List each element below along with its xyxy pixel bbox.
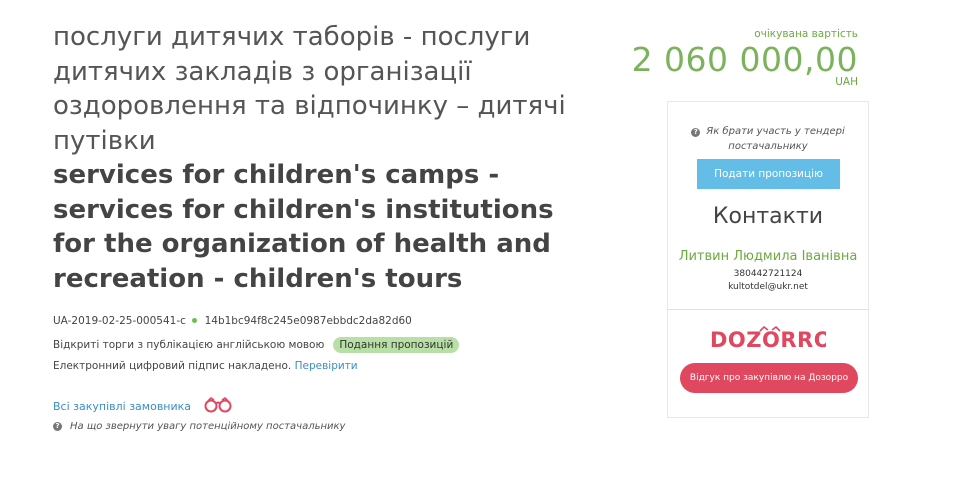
binoculars-icon[interactable] xyxy=(203,396,233,416)
tender-hash: 14b1bc94f8c245e0987ebbdc2da82d60 xyxy=(204,315,412,327)
contact-email: kultotdel@ukr.net xyxy=(728,282,808,292)
dozorro-logo: DOZORRO xyxy=(710,325,832,352)
tender-id: UA-2019-02-25-000541-c xyxy=(53,315,186,327)
expected-price-amount: 2 060 000,00 xyxy=(631,40,858,79)
procedure-type: Відкриті торги з публікацією англійською… xyxy=(53,339,325,351)
contacts-title: Контакти xyxy=(712,204,824,229)
svg-text:DOZORRO: DOZORRO xyxy=(710,328,826,352)
question-circle-icon: ? xyxy=(53,422,62,431)
how-to-participate-link[interactable]: ? Як брати участь у тендері постачальнику xyxy=(678,124,858,154)
participation-panel: ? Як брати участь у тендері постачальнику… xyxy=(667,101,869,310)
dozorro-panel: DOZORRO Відгук про закупівлю на Дозорро xyxy=(667,309,869,418)
question-circle-icon: ? xyxy=(691,128,701,137)
all-purchases-link[interactable]: Всі закупівлі замовника xyxy=(53,400,191,413)
status-badge: Подання пропозицій xyxy=(333,337,460,353)
expected-price-label: очікувана вартість xyxy=(754,28,858,40)
expected-price: очікувана вартість 2 060 000,00 UAH xyxy=(630,28,858,88)
all-purchases-row: Всі закупівлі замовника xyxy=(53,396,233,416)
tender-title-uk: послуги дитячих таборів - послуги дитячи… xyxy=(53,22,566,156)
tender-id-line: UA-2019-02-25-000541-c 14b1bc94f8c245e09… xyxy=(53,315,412,327)
supplier-hint-text: На що звернути увагу потенційному постач… xyxy=(70,421,346,432)
tender-title-block: послуги дитячих таборів - послуги дитячи… xyxy=(53,20,593,296)
tender-title-en: services for children's camps - services… xyxy=(53,160,554,294)
verify-signature-link[interactable]: Перевірити xyxy=(295,360,358,372)
procedure-line: Відкриті торги з публікацією англійською… xyxy=(53,337,460,353)
signature-text: Електронний цифровий підпис накладено. xyxy=(53,360,292,372)
contact-name: Литвин Людмила Іванівна xyxy=(678,249,858,264)
status-dot-icon xyxy=(192,318,198,323)
how-to-participate-text: Як брати участь у тендері постачальнику xyxy=(706,126,845,152)
supplier-hint[interactable]: ? На що звернути увагу потенційному пост… xyxy=(53,421,345,432)
contact-phone: 380442721124 xyxy=(733,269,803,279)
dozorro-review-button[interactable]: Відгук про закупівлю на Дозорро xyxy=(680,363,858,393)
submit-proposal-button[interactable]: Подати пропозицію xyxy=(697,159,840,189)
signature-line: Електронний цифровий підпис накладено. П… xyxy=(53,360,358,372)
